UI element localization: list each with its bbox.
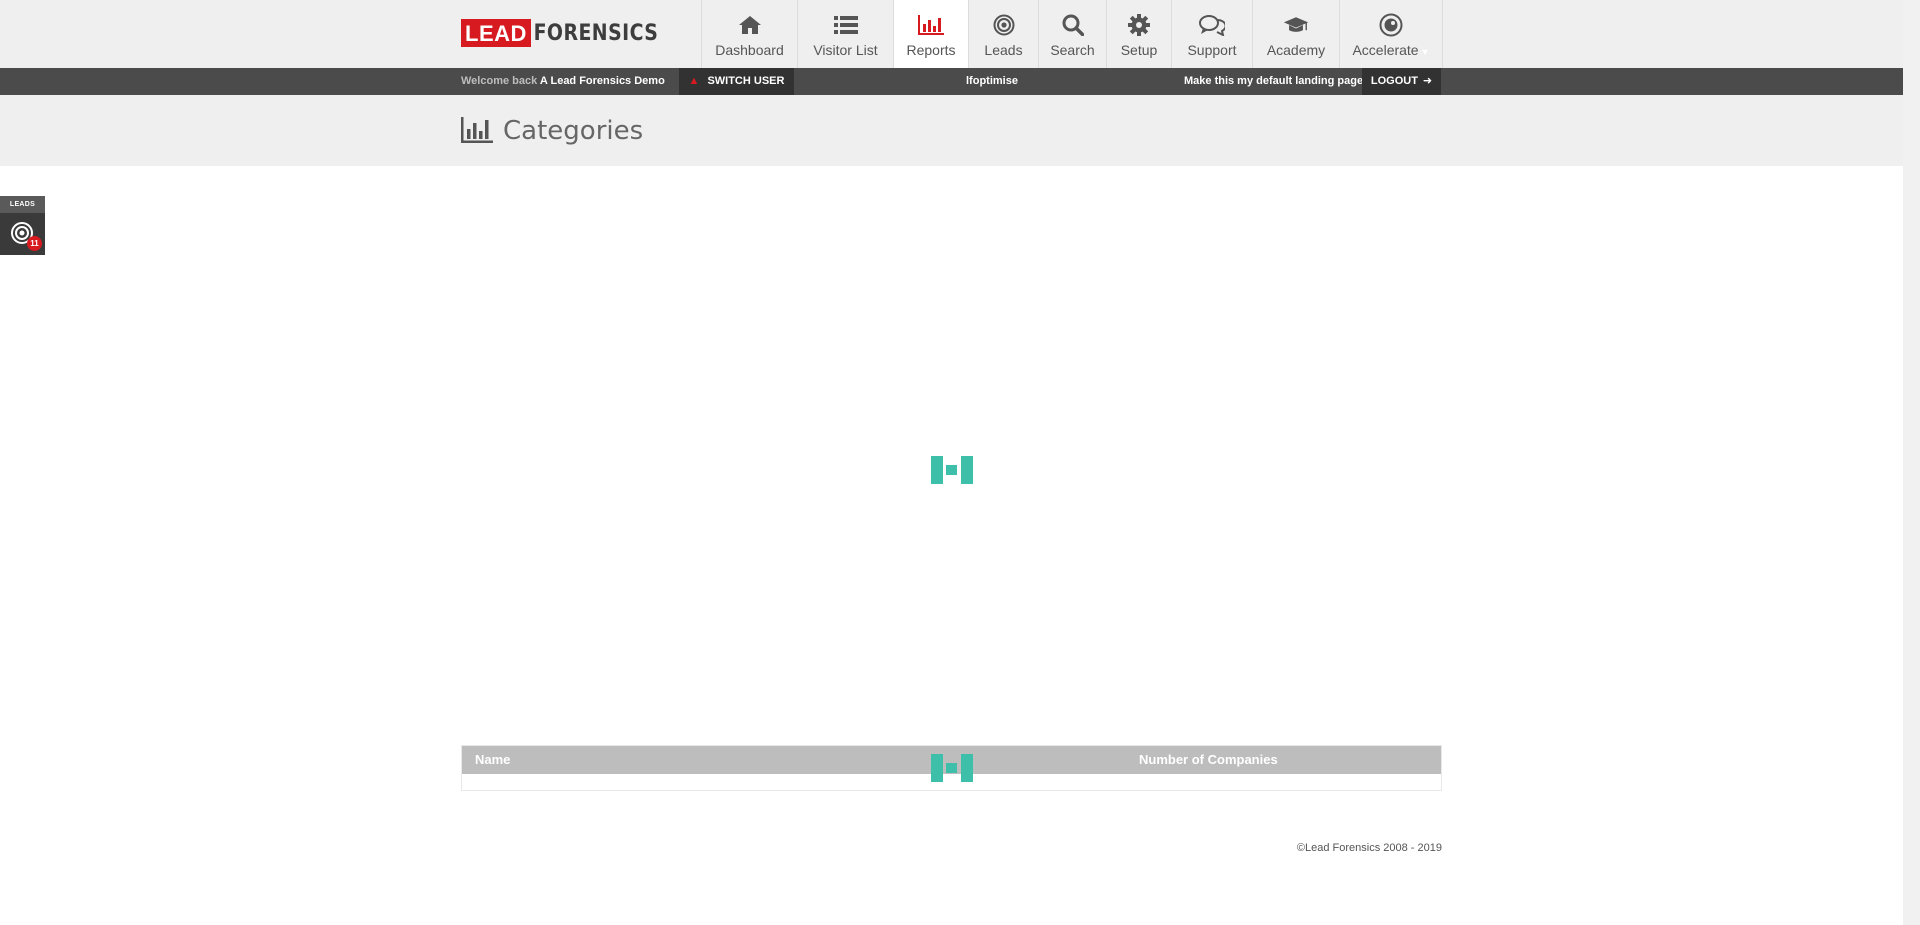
search-icon bbox=[1060, 12, 1086, 38]
page-title: Categories bbox=[503, 116, 644, 146]
nav-item-search[interactable]: Search bbox=[1039, 0, 1107, 68]
target-icon bbox=[991, 12, 1017, 38]
scrollbar[interactable] bbox=[1903, 0, 1920, 925]
chevron-down-icon: ▼ bbox=[1420, 47, 1430, 57]
switch-user-label: SWITCH USER bbox=[707, 75, 785, 87]
nav-label: Search bbox=[1050, 42, 1095, 58]
page-header: Categories bbox=[0, 95, 1903, 166]
graduation-cap-icon bbox=[1283, 12, 1309, 38]
user-name: A Lead Forensics Demo bbox=[539, 75, 665, 87]
list-icon bbox=[833, 12, 859, 38]
nav-item-accelerate[interactable]: Accelerate ▼ bbox=[1340, 0, 1443, 68]
accelerate-icon bbox=[1378, 12, 1404, 38]
table-loading-spinner bbox=[931, 754, 973, 782]
lead-forensics-logo[interactable]: LEAD FORENSICS bbox=[461, 19, 679, 47]
home-icon bbox=[737, 12, 763, 38]
nav-item-setup[interactable]: Setup bbox=[1107, 0, 1172, 68]
account-name: lfoptimise bbox=[966, 75, 1018, 87]
logo-forensics-text: FORENSICS bbox=[533, 20, 659, 46]
arrow-right-icon: ➜ bbox=[1422, 75, 1433, 87]
gear-icon bbox=[1126, 12, 1152, 38]
main-nav: Dashboard Visitor List Reports Leads Sea… bbox=[701, 0, 1443, 68]
welcome-prefix: Welcome back bbox=[461, 75, 538, 87]
user-icon: ▲ bbox=[688, 75, 700, 87]
leads-side-tab[interactable]: LEADS 11 bbox=[0, 196, 45, 255]
top-navigation: LEAD FORENSICS Dashboard Visitor List Re… bbox=[0, 0, 1903, 68]
welcome-message: Welcome back A Lead Forensics Demo bbox=[461, 68, 665, 95]
bar-chart-icon bbox=[918, 12, 944, 38]
switch-user-button[interactable]: ▲ SWITCH USER bbox=[679, 68, 794, 95]
nav-label: Dashboard bbox=[715, 42, 784, 58]
nav-label: Reports bbox=[906, 42, 956, 58]
nav-label: Leads bbox=[984, 42, 1023, 58]
nav-item-dashboard[interactable]: Dashboard bbox=[702, 0, 798, 68]
nav-item-reports[interactable]: Reports bbox=[894, 0, 969, 68]
loading-spinner bbox=[931, 456, 973, 484]
nav-label: Support bbox=[1187, 42, 1237, 58]
nav-item-visitor-list[interactable]: Visitor List bbox=[798, 0, 894, 68]
default-landing-link[interactable]: Make this my default landing page bbox=[1184, 68, 1363, 95]
chat-icon bbox=[1199, 12, 1225, 38]
bar-chart-icon bbox=[461, 117, 493, 148]
nav-label: Setup bbox=[1120, 42, 1158, 58]
logout-button[interactable]: LOGOUT ➜ bbox=[1362, 68, 1441, 95]
leads-tab-label: LEADS bbox=[0, 196, 45, 213]
nav-accelerate-label: Accelerate bbox=[1352, 42, 1419, 58]
logo-lead-text: LEAD bbox=[461, 19, 531, 47]
nav-item-leads[interactable]: Leads bbox=[969, 0, 1039, 68]
nav-item-support[interactable]: Support bbox=[1172, 0, 1253, 68]
column-header-number-of-companies[interactable]: Number of Companies bbox=[1139, 746, 1278, 774]
logout-label: LOGOUT bbox=[1370, 75, 1418, 87]
nav-label: Accelerate ▼ bbox=[1352, 42, 1429, 58]
nav-item-academy[interactable]: Academy bbox=[1253, 0, 1340, 68]
footer-copyright: ©Lead Forensics 2008 - 2019 bbox=[1296, 842, 1442, 854]
user-bar: Welcome back A Lead Forensics Demo ▲ SWIT… bbox=[0, 68, 1903, 95]
nav-label: Visitor List bbox=[813, 42, 878, 58]
leads-count-badge: 11 bbox=[27, 236, 42, 251]
nav-label: Academy bbox=[1266, 42, 1326, 58]
column-header-name[interactable]: Name bbox=[475, 746, 510, 774]
